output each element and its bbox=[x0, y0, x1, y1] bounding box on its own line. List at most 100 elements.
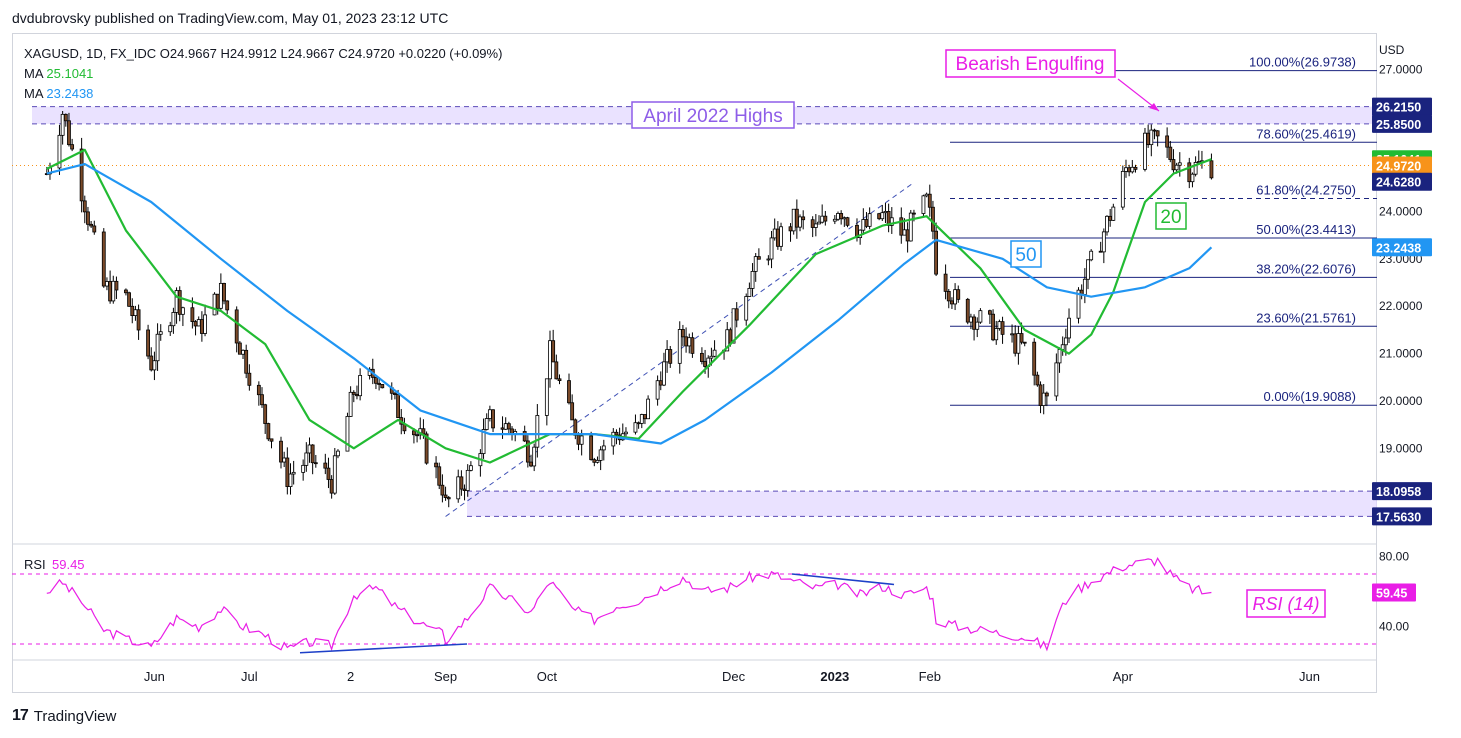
rsi-bullish-divergence bbox=[299, 643, 468, 654]
candle bbox=[839, 213, 844, 220]
candle bbox=[336, 450, 340, 457]
candle bbox=[658, 380, 663, 386]
candle bbox=[798, 216, 802, 228]
candle bbox=[307, 444, 312, 454]
chart-frame[interactable]: 100.00%(26.9738) 78.60%(25.4619) 61.80%(24… bbox=[12, 33, 1377, 693]
time-tick-label: Feb bbox=[919, 669, 941, 684]
candle bbox=[567, 380, 571, 404]
candle bbox=[845, 217, 850, 226]
candle bbox=[646, 398, 651, 420]
candle bbox=[323, 462, 328, 469]
candle bbox=[146, 329, 150, 357]
candle bbox=[1108, 215, 1113, 221]
candle bbox=[700, 352, 704, 362]
candle bbox=[1152, 129, 1157, 132]
candle bbox=[351, 391, 356, 395]
candle bbox=[301, 464, 306, 473]
price-tick-label: 22.0000 bbox=[1379, 299, 1423, 313]
candle bbox=[1019, 333, 1024, 343]
support-zone-1 bbox=[467, 491, 1377, 517]
candle bbox=[908, 212, 913, 242]
candle bbox=[149, 355, 154, 371]
candle bbox=[836, 213, 840, 220]
candle bbox=[946, 290, 951, 302]
price-tag-5: 23.2438 bbox=[1376, 241, 1421, 255]
time-tick-label: Jun bbox=[1299, 669, 1320, 684]
candle bbox=[212, 293, 217, 316]
bearish-engulfing-label: Bearish Engulfing bbox=[956, 54, 1105, 75]
candle bbox=[459, 476, 464, 490]
candle bbox=[1054, 362, 1059, 397]
candle bbox=[883, 211, 888, 214]
rsi-tick-label: 40.00 bbox=[1379, 620, 1409, 634]
candle bbox=[155, 333, 160, 362]
candle bbox=[152, 360, 157, 371]
candle bbox=[687, 337, 692, 347]
candle bbox=[975, 321, 980, 330]
candle bbox=[358, 375, 363, 397]
candle bbox=[114, 280, 119, 291]
candle bbox=[817, 221, 821, 225]
candle bbox=[506, 423, 511, 430]
candle bbox=[905, 229, 910, 242]
candle bbox=[377, 382, 382, 385]
candle bbox=[1190, 173, 1195, 183]
candle bbox=[1041, 392, 1046, 406]
candle bbox=[443, 494, 448, 498]
candle bbox=[756, 256, 761, 260]
candle bbox=[310, 444, 315, 464]
candle bbox=[1187, 162, 1192, 183]
candle bbox=[810, 219, 815, 228]
candle bbox=[532, 446, 537, 467]
candle bbox=[247, 372, 252, 386]
candle bbox=[1035, 374, 1040, 386]
candle bbox=[867, 213, 872, 227]
candle bbox=[953, 289, 957, 305]
candle bbox=[491, 409, 495, 429]
candle bbox=[788, 226, 793, 232]
candle bbox=[203, 314, 207, 334]
candle bbox=[329, 479, 334, 494]
candle bbox=[1209, 160, 1214, 179]
candle bbox=[668, 349, 673, 364]
candle bbox=[934, 230, 939, 275]
legend-symbol: XAGUSD, 1D, FX_IDC O24.9667 H24.9912 L24… bbox=[24, 46, 503, 61]
candle bbox=[779, 226, 783, 247]
candle bbox=[731, 308, 736, 344]
candle bbox=[288, 473, 293, 487]
candle bbox=[355, 393, 359, 397]
candle bbox=[282, 457, 287, 463]
candle bbox=[168, 325, 173, 333]
candle bbox=[801, 216, 806, 221]
candle bbox=[1022, 341, 1027, 344]
tradingview-logo[interactable]: 17 TradingView bbox=[12, 707, 116, 725]
candle bbox=[124, 289, 128, 294]
candle bbox=[924, 193, 929, 197]
candle bbox=[396, 394, 400, 419]
chart-canvas[interactable]: 100.00%(26.9738) 78.60%(25.4619) 61.80%(24… bbox=[12, 33, 1377, 693]
candle bbox=[180, 307, 185, 315]
candle bbox=[462, 488, 467, 491]
candle bbox=[79, 148, 84, 202]
price-scale[interactable]: USD27.000024.000023.000022.000021.000020… bbox=[1371, 33, 1461, 733]
candle bbox=[728, 329, 733, 344]
candle bbox=[690, 337, 695, 354]
fib-label-6: 0.00%(19.9088) bbox=[1263, 389, 1356, 404]
candle bbox=[655, 380, 660, 400]
candle bbox=[313, 462, 318, 465]
price-scale-unit: USD bbox=[1379, 43, 1405, 57]
candle bbox=[1111, 206, 1116, 221]
candle bbox=[70, 144, 75, 150]
candle bbox=[1082, 278, 1087, 295]
candle bbox=[215, 293, 220, 309]
candle bbox=[222, 282, 226, 302]
candle bbox=[665, 349, 669, 363]
candle bbox=[712, 349, 717, 357]
rsi-tick-label: 80.00 bbox=[1379, 550, 1409, 564]
candle bbox=[772, 228, 777, 239]
candle bbox=[446, 497, 451, 500]
candle bbox=[241, 349, 245, 355]
candle bbox=[684, 336, 688, 347]
candle bbox=[576, 434, 581, 445]
candle bbox=[1000, 321, 1005, 335]
